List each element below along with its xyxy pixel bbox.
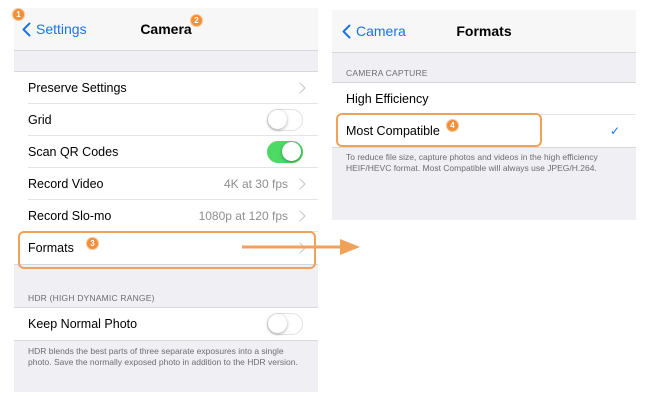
hdr-group: Keep Normal Photo: [14, 307, 318, 341]
row-preserve-settings[interactable]: Preserve Settings: [14, 72, 318, 104]
row-keep-normal-photo: Keep Normal Photo: [14, 308, 318, 340]
row-label: Record Video: [28, 177, 104, 191]
chevron-right-icon: [294, 178, 306, 190]
formats-footer-text: To reduce file size, capture photos and …: [346, 152, 598, 173]
keep-normal-photo-toggle[interactable]: [267, 313, 303, 335]
option-high-efficiency[interactable]: High Efficiency: [332, 83, 636, 115]
row-detail: 1080p at 120 fps: [198, 209, 288, 223]
checkmark-icon: ✓: [609, 124, 620, 138]
step-badge-4: 4: [446, 119, 459, 132]
step-badge-2: 2: [190, 14, 203, 27]
page-title: Formats: [456, 23, 512, 39]
hdr-section-header: HDR (HIGH DYNAMIC RANGE): [28, 293, 155, 303]
chevron-right-icon: [294, 210, 306, 222]
row-scan-qr-codes: Scan QR Codes: [14, 136, 318, 168]
camera-settings-panel: Settings Camera Preserve Settings Grid S…: [14, 8, 318, 392]
most-compatible-highlight: [336, 113, 542, 147]
row-label: Keep Normal Photo: [28, 317, 138, 331]
row-label: Record Slo-mo: [28, 209, 112, 223]
page-title: Camera: [140, 21, 192, 37]
toggle-knob: [268, 110, 287, 129]
step-badge-3: 3: [86, 237, 99, 250]
chevron-right-icon: [294, 82, 306, 94]
toggle-knob: [282, 142, 301, 161]
scan-qr-toggle[interactable]: [267, 141, 303, 163]
row-label: Preserve Settings: [28, 81, 127, 95]
option-label: High Efficiency: [346, 92, 429, 106]
toggle-knob: [268, 314, 287, 333]
grid-toggle[interactable]: [267, 109, 303, 131]
camera-navbar: Settings Camera: [14, 8, 318, 51]
row-label: Grid: [28, 113, 52, 127]
arrow-icon: [242, 239, 360, 255]
row-label: Scan QR Codes: [28, 145, 119, 159]
row-detail: 4K at 30 fps: [223, 177, 288, 191]
formats-navbar: Camera Formats: [332, 10, 636, 53]
row-record-video[interactable]: Record Video 4K at 30 fps: [14, 168, 318, 200]
row-record-slo-mo[interactable]: Record Slo-mo 1080p at 120 fps: [14, 200, 318, 232]
hdr-footer-text: HDR blends the best parts of three separ…: [28, 346, 298, 367]
camera-capture-header: CAMERA CAPTURE: [346, 68, 428, 78]
step-badge-1: 1: [12, 8, 25, 21]
row-grid: Grid: [14, 104, 318, 136]
